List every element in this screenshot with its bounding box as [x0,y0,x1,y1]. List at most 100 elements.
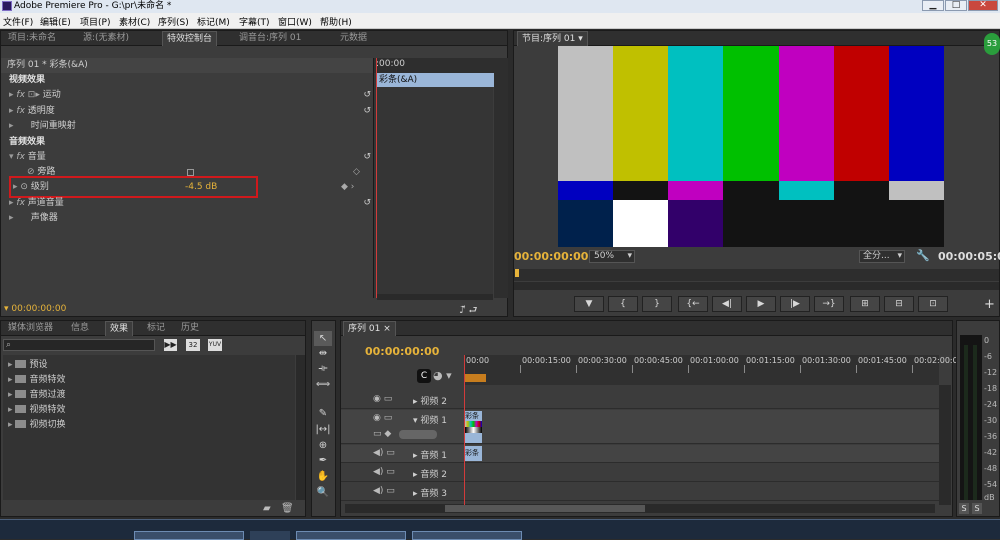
yuv-badge[interactable]: YUV [208,339,222,351]
export-icons[interactable]: ♪⃗ ⮐ [459,303,478,320]
track-video-1[interactable]: ◉ ▭ ▾ 视频 1 ▭ ◆ 彩条 [341,410,939,444]
menu-file[interactable]: 文件(F) [3,15,33,28]
keyframe-nav-icon[interactable]: ◇ [353,165,360,180]
keyframe-nav[interactable] [399,430,437,439]
go-to-in-button[interactable]: {← [678,296,708,312]
effect-channel-volume-row[interactable]: ▸ fx 声道音量 ↺ [9,196,371,211]
razor-tool-icon[interactable]: ✎ [314,406,332,421]
tab-history[interactable]: 历史 [177,321,203,336]
menu-window[interactable]: 窗口(W) [278,15,312,28]
menu-help[interactable]: 帮助(H) [320,15,352,28]
minimize-button[interactable]: ▁ [922,0,944,11]
tree-item-video-transitions[interactable]: ▸ 视频切换 [8,418,66,432]
tab-media-browser[interactable]: 媒体浏览器 [4,321,57,336]
eye-icon[interactable]: ◉ ▭ [373,394,392,404]
bypass-checkbox[interactable] [187,169,194,176]
trash-icon[interactable]: 🗑 [281,503,294,514]
mark-in-button[interactable]: { [608,296,638,312]
track-audio-1[interactable]: ◀) ▭ ▸ 音频 1 彩条 [341,445,939,463]
tab-sequence[interactable]: 序列 01 × [343,321,396,336]
tab-markers[interactable]: 标记 [143,321,169,336]
effect-current-time[interactable]: ▾ 00:00:00:00 [4,304,66,314]
reset-icon[interactable]: ↺ [363,150,371,165]
pen-tool-icon[interactable]: ✒ [314,453,332,468]
eye-icon[interactable]: ◉ ▭ [373,413,392,423]
mark-out-button[interactable]: } [642,296,672,312]
search-input[interactable]: ⌕ [3,339,155,351]
add-button-icon[interactable]: + [984,297,995,312]
wrench-icon[interactable]: 🔧 [916,249,930,262]
reset-icon[interactable]: ↺ [363,104,371,119]
track-audio-2[interactable]: ◀) ▭ ▸ 音频 2 [341,464,939,482]
effect-volume-row[interactable]: ▾ fx 音量 ↺ [9,150,371,165]
lift-button[interactable]: ⊞ [850,296,880,312]
tab-source[interactable]: 源:(无素材) [79,31,133,46]
step-forward-button[interactable]: |▶ [780,296,810,312]
tab-effects[interactable]: 效果 [105,321,134,336]
keyframe-icon[interactable]: ▭ ◆ [373,429,391,439]
timeline-ruler[interactable]: 00:00 00:00:15:00 00:00:30:00 00:00:45:00 00… [464,355,963,385]
program-ruler[interactable] [514,269,999,281]
program-playhead[interactable] [515,269,519,277]
timeline-playhead[interactable] [464,355,465,505]
tree-item-presets[interactable]: ▸ 预设 [8,358,48,372]
track-video-2[interactable]: ◉ ▭ ▸ 视频 2 [341,391,939,409]
zoom-select[interactable]: 50% ▾ [589,250,635,263]
mini-ruler[interactable]: :00:00 [374,58,494,73]
new-bin-icon[interactable]: ▰ [263,503,271,514]
timeline-vertical-scrollbar[interactable] [939,385,951,505]
menu-sequence[interactable]: 序列(S) [158,15,189,28]
reset-icon[interactable]: ↺ [363,88,371,103]
effect-opacity-row[interactable]: ▸ fx 透明度 ↺ [9,104,371,119]
ripple-edit-tool-icon[interactable]: ⟛ [314,361,332,376]
solo-left-button[interactable]: S [959,503,969,514]
menu-project[interactable]: 项目(P) [80,15,110,28]
slide-tool-icon[interactable]: ⊕ [314,438,332,453]
speaker-icon[interactable]: ◀) ▭ [373,486,395,496]
slip-tool-icon[interactable]: |↔| [314,422,332,437]
tab-info[interactable]: 信息 [67,321,93,336]
zoom-tool-icon[interactable]: 🔍 [314,485,332,500]
play-button[interactable]: ▶ [746,296,776,312]
add-marker-button[interactable]: ▼ [574,296,604,312]
vertical-scrollbar[interactable] [494,58,508,298]
effect-motion-row[interactable]: ▸ fx ⊡▸ 运动 ↺ [9,88,371,103]
video-clip[interactable]: 彩条 [465,411,482,443]
effect-panner-row[interactable]: ▸ 声像器 [9,211,58,226]
32bit-badge[interactable]: 32 [186,339,200,351]
tree-item-audio-effects[interactable]: ▸ 音频特效 [8,373,66,387]
tree-item-audio-transitions[interactable]: ▸ 音频过渡 [8,388,66,402]
tab-program[interactable]: 节目:序列 01 ▾ [517,31,588,46]
menu-marker[interactable]: 标记(M) [197,15,230,28]
step-back-button[interactable]: ◀| [712,296,742,312]
mini-clip[interactable]: 彩条(&A) [376,73,494,87]
tab-metadata[interactable]: 元数据 [336,31,371,46]
menu-clip[interactable]: 素材(C) [119,15,150,28]
sequence-timecode[interactable]: 00:00:00:00 [365,345,439,358]
tree-item-video-effects[interactable]: ▸ 视频特效 [8,403,66,417]
export-frame-button[interactable]: ⊡ [918,296,948,312]
track-select-tool-icon[interactable]: ⇹ [314,346,332,361]
maximize-button[interactable]: □ [945,0,967,11]
fit-select[interactable]: 全分... ▾ [859,250,905,263]
program-zoom-bar[interactable] [514,282,999,290]
program-timecode[interactable]: 00:00:00:00 [514,250,588,263]
tab-audio-mixer[interactable]: 调音台:序列 01 [235,31,305,46]
playhead[interactable] [376,58,377,298]
snap-icon[interactable]: C [417,369,431,383]
solo-right-button[interactable]: S [972,503,982,514]
work-area-bar[interactable] [464,374,486,382]
audio-clip[interactable]: 彩条 [465,446,482,461]
track-audio-3[interactable]: ◀) ▭ ▸ 音频 3 [341,483,939,501]
menu-edit[interactable]: 编辑(E) [40,15,71,28]
timeline-horizontal-scrollbar[interactable] [345,504,935,513]
selection-tool-icon[interactable]: ↖ [314,331,332,346]
menu-title[interactable]: 字幕(T) [239,15,270,28]
go-to-out-button[interactable]: →} [814,296,844,312]
reset-icon[interactable]: ↺ [363,196,371,211]
close-button[interactable]: ✕ [968,0,998,11]
speaker-icon[interactable]: ◀) ▭ [373,448,395,458]
marker-icon[interactable]: ◕ ▾ [433,369,452,382]
tab-project[interactable]: 项目:未命名 [4,31,60,46]
keyframe-nav-icon[interactable]: ◆ › [341,180,354,195]
